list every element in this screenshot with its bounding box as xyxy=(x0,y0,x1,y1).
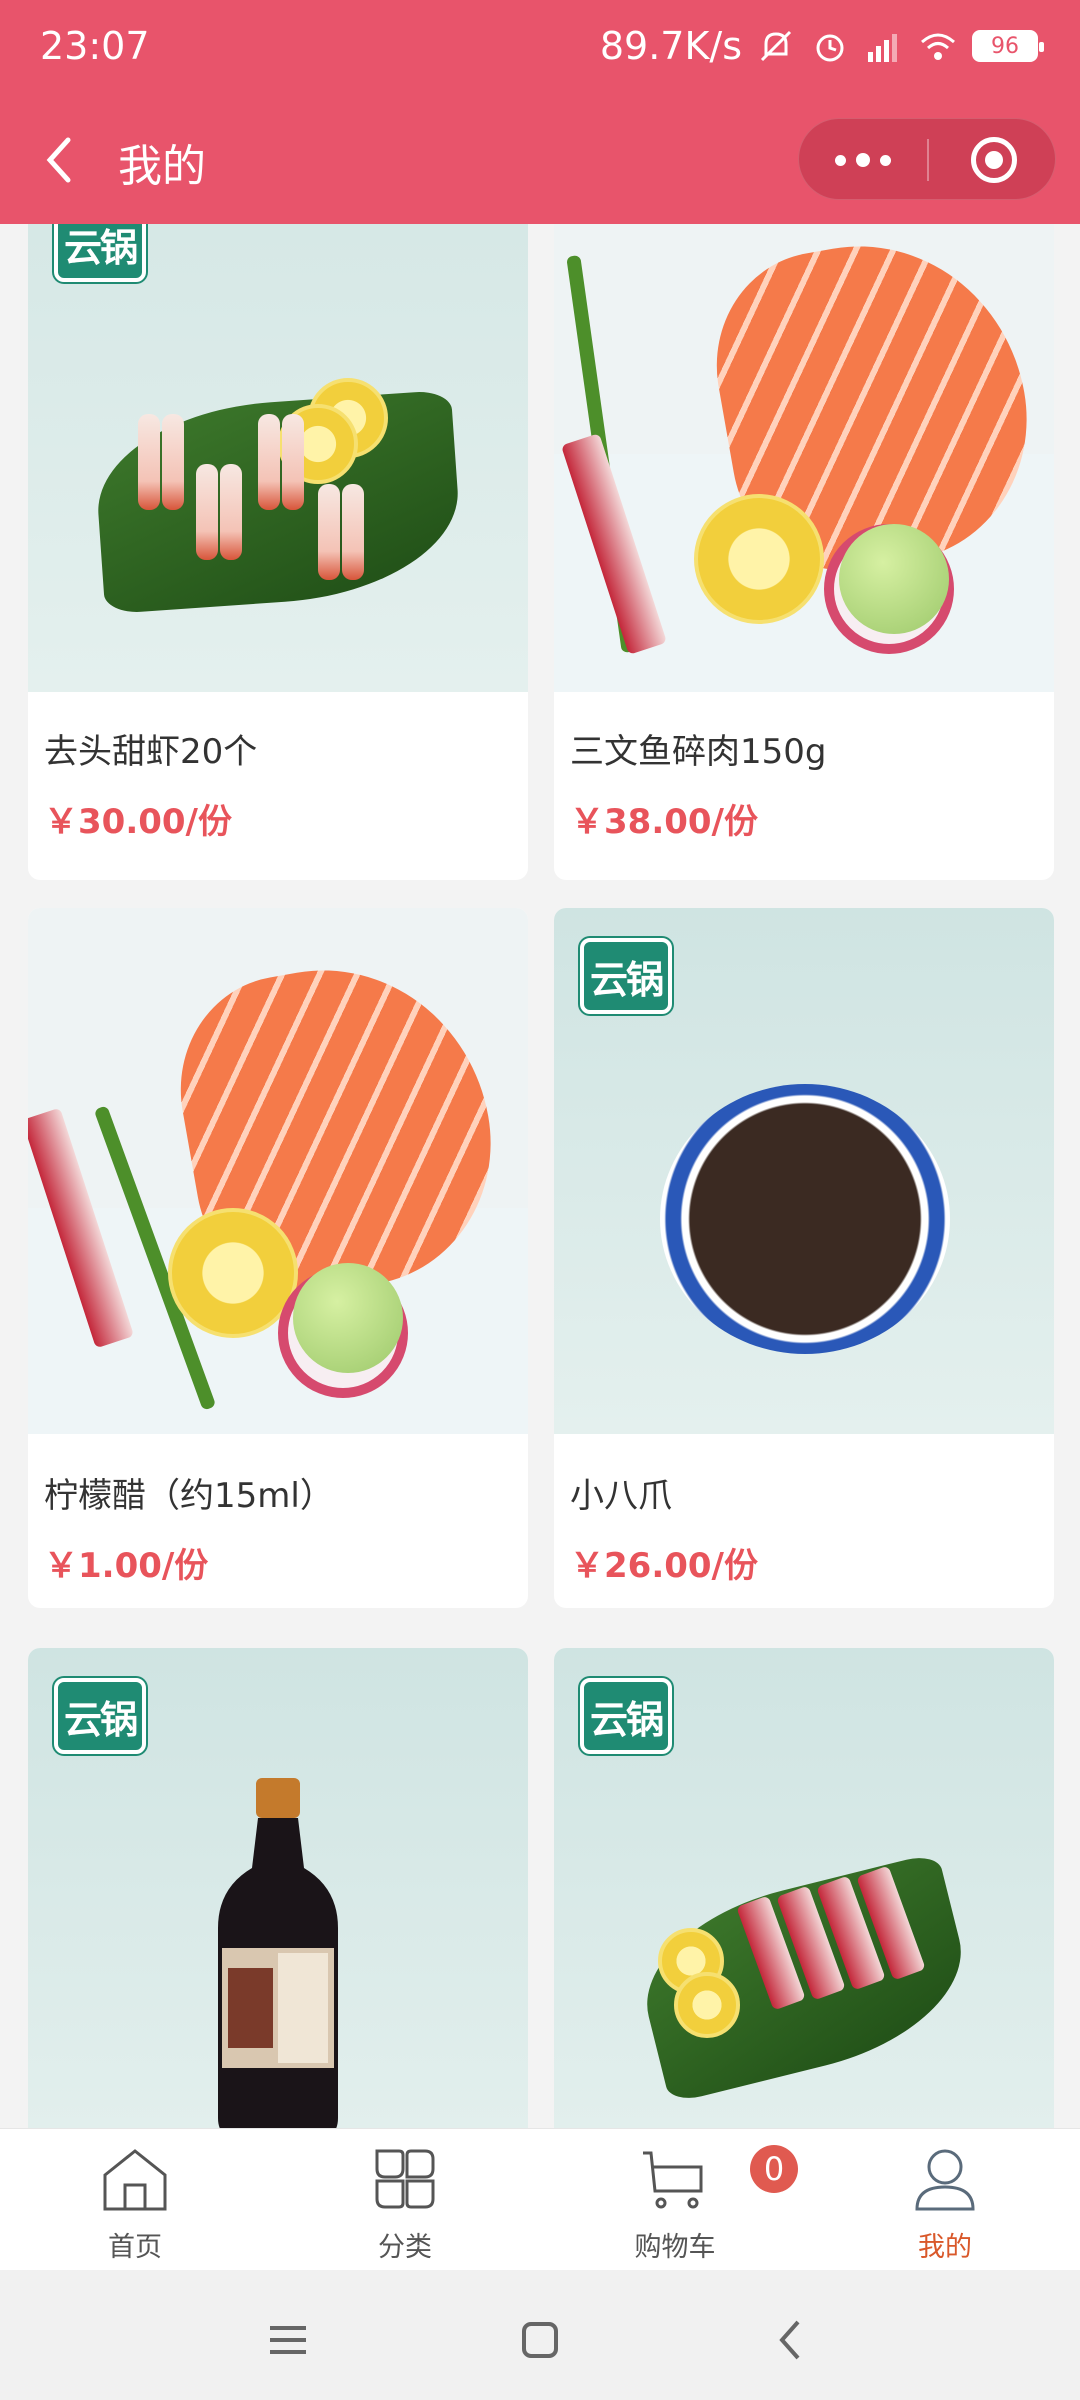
product-image: 云锅 xyxy=(554,1648,1054,2128)
back-arrow-icon[interactable] xyxy=(762,2310,822,2370)
shrimp xyxy=(220,464,242,560)
net-speed: 89.7K/s xyxy=(599,24,742,68)
tab-mine[interactable]: 我的 xyxy=(810,2129,1080,2271)
product-card[interactable]: 云锅 去头甜虾20个 ￥30.00/份 xyxy=(28,224,528,880)
tab-cart-label: 购物车 xyxy=(634,2232,716,2263)
product-card[interactable]: 云锅 xyxy=(554,1648,1054,2128)
lemon xyxy=(694,494,824,624)
wasabi xyxy=(293,1263,403,1373)
shrimp xyxy=(138,414,160,510)
product-name: 小八爪 xyxy=(570,1476,672,1516)
page-title: 我的 xyxy=(118,141,206,192)
brand-logo: 云锅 xyxy=(580,938,672,1014)
header: 23:07 89.7K/s 96 我的 xyxy=(0,0,1080,224)
capsule-divider xyxy=(927,139,929,181)
shrimp xyxy=(282,414,304,510)
product-price: ￥38.00/份 xyxy=(570,802,758,842)
home-icon xyxy=(103,2149,167,2211)
product-name: 柠檬醋（约15ml） xyxy=(44,1476,334,1516)
product-grid: 云锅 去头甜虾20个 ￥30.00/份 三文鱼碎肉150g ￥38.00/份 柠… xyxy=(0,224,1080,2128)
close-button[interactable] xyxy=(971,137,1017,183)
product-image xyxy=(554,224,1054,692)
shrimp xyxy=(258,414,280,510)
tab-mine-label: 我的 xyxy=(918,2232,972,2263)
brand-logo: 云锅 xyxy=(580,1678,672,1754)
cart-icon xyxy=(643,2151,703,2209)
tab-category-label: 分类 xyxy=(378,2232,432,2263)
product-name: 三文鱼碎肉150g xyxy=(570,732,827,772)
battery-icon: 96 xyxy=(972,30,1044,62)
brand-logo: 云锅 xyxy=(54,224,146,282)
product-card[interactable]: 柠檬醋（约15ml） ￥1.00/份 xyxy=(28,908,528,1608)
brand-logo: 云锅 xyxy=(54,1678,146,1754)
nav-bar: 我的 xyxy=(0,96,1080,224)
user-icon xyxy=(915,2149,975,2211)
product-image xyxy=(28,908,528,1434)
product-card[interactable]: 云锅 xyxy=(28,1648,528,2128)
product-image: 云锅 xyxy=(554,908,1054,1434)
tab-home-label: 首页 xyxy=(108,2232,162,2263)
product-price: ￥30.00/份 xyxy=(44,802,232,842)
mini-program-capsule xyxy=(798,118,1056,200)
lemon xyxy=(674,1972,740,2038)
status-icons: 89.7K/s 96 xyxy=(599,24,1044,68)
product-image: 云锅 xyxy=(28,1648,528,2128)
product-card[interactable]: 三文鱼碎肉150g ￥38.00/份 xyxy=(554,224,1054,880)
menu-icon[interactable] xyxy=(258,2310,318,2370)
category-icon xyxy=(375,2149,435,2209)
product-card[interactable]: 云锅 小八爪 ￥26.00/份 xyxy=(554,908,1054,1608)
tab-bar: 首页 分类 购物车 0 我的 xyxy=(0,2128,1080,2270)
cart-count-badge: 0 xyxy=(750,2145,798,2193)
wasabi xyxy=(839,524,949,634)
system-nav-bar xyxy=(0,2270,1080,2400)
signal-icon xyxy=(868,34,897,62)
product-price: ￥26.00/份 xyxy=(570,1546,758,1586)
status-bar: 23:07 89.7K/s 96 xyxy=(0,0,1080,96)
plate xyxy=(660,1084,950,1354)
shrimp xyxy=(162,414,184,510)
product-price: ￥1.00/份 xyxy=(44,1546,209,1586)
shrimp xyxy=(342,484,364,580)
product-name: 去头甜虾20个 xyxy=(44,732,258,772)
shrimp xyxy=(196,464,218,560)
tab-home[interactable]: 首页 xyxy=(0,2129,270,2271)
back-icon[interactable] xyxy=(38,134,82,186)
home-square-icon[interactable] xyxy=(510,2310,570,2370)
soy-sauce-bottle xyxy=(218,1778,338,2128)
alarm-icon xyxy=(816,34,844,62)
tab-category[interactable]: 分类 xyxy=(270,2129,540,2271)
status-time: 23:07 xyxy=(40,24,150,68)
product-image: 云锅 xyxy=(28,224,528,692)
more-button[interactable] xyxy=(799,119,927,201)
mute-icon xyxy=(760,30,792,62)
wifi-icon xyxy=(921,33,955,60)
shrimp xyxy=(318,484,340,580)
